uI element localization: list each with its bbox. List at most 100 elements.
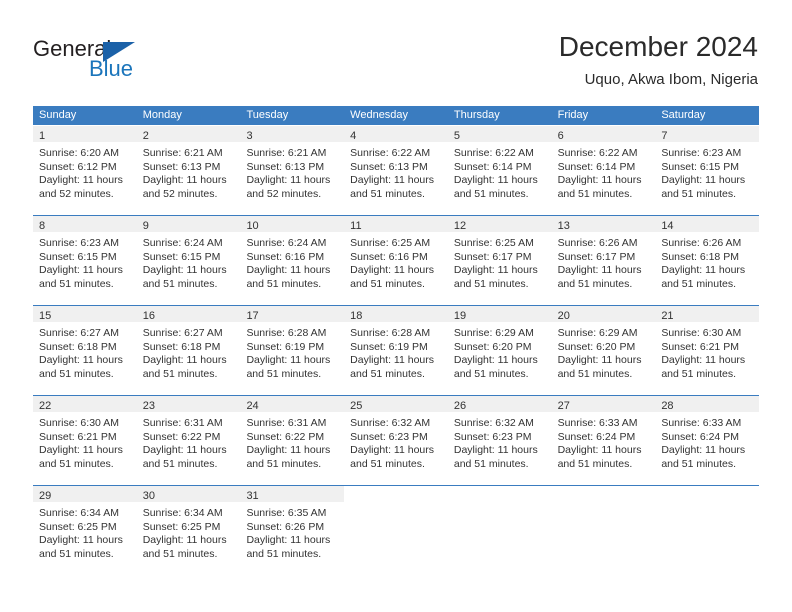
day-cell[interactable]: 1 Sunrise: 6:20 AM Sunset: 6:12 PM Dayli…	[33, 126, 137, 207]
sunrise-text: Sunrise: 6:20 AM	[39, 147, 119, 159]
day-cell[interactable]: 4 Sunrise: 6:22 AM Sunset: 6:13 PM Dayli…	[344, 126, 448, 207]
day-number-band: 23	[136, 396, 241, 412]
weekday-header-friday: Friday	[557, 109, 589, 121]
daylight-text-2: and 51 minutes.	[246, 457, 322, 470]
sunrise-text: Sunrise: 6:32 AM	[350, 417, 431, 429]
daylight-text-2: and 51 minutes.	[350, 367, 425, 380]
sunrise-text: Sunrise: 6:23 AM	[39, 237, 119, 249]
day-number-band: 5	[447, 126, 552, 142]
day-cell[interactable]: 27 Sunrise: 6:33 AM Sunset: 6:24 PM Dayl…	[551, 396, 656, 477]
sunset-text: Sunset: 6:21 PM	[39, 430, 117, 443]
day-number-band: 31	[240, 486, 345, 502]
sunset-text: Sunset: 6:13 PM	[246, 160, 325, 173]
day-cell[interactable]: 17 Sunrise: 6:28 AM Sunset: 6:19 PM Dayl…	[240, 306, 345, 387]
sunrise-text: Sunrise: 6:28 AM	[246, 327, 327, 339]
day-number-band: 25	[344, 396, 448, 412]
day-number-band: 26	[447, 396, 552, 412]
day-cell[interactable]: 26 Sunrise: 6:32 AM Sunset: 6:23 PM Dayl…	[447, 396, 552, 477]
day-number-band: 18	[344, 306, 448, 322]
day-info: Sunrise: 6:21 AM Sunset: 6:13 PM Dayligh…	[136, 142, 241, 202]
day-cell[interactable]: 3 Sunrise: 6:21 AM Sunset: 6:13 PM Dayli…	[240, 126, 345, 207]
day-info: Sunrise: 6:25 AM Sunset: 6:17 PM Dayligh…	[447, 232, 552, 292]
daylight-text-2: and 52 minutes.	[142, 187, 218, 200]
daylight-text-2: and 51 minutes.	[661, 367, 737, 380]
daylight-text-1: Daylight: 11 hours	[350, 444, 435, 457]
day-cell[interactable]: 15 Sunrise: 6:27 AM Sunset: 6:18 PM Dayl…	[33, 306, 137, 387]
day-cell[interactable]: 28 Sunrise: 6:33 AM Sunset: 6:24 PM Dayl…	[655, 396, 760, 477]
day-cell[interactable]: 10 Sunrise: 6:24 AM Sunset: 6:16 PM Dayl…	[240, 216, 345, 297]
day-cell[interactable]: 19 Sunrise: 6:29 AM Sunset: 6:20 PM Dayl…	[447, 306, 552, 387]
day-cell[interactable]: 18 Sunrise: 6:28 AM Sunset: 6:19 PM Dayl…	[344, 306, 448, 387]
weekday-header-row: Sunday Monday Tuesday Wednesday Thursday…	[33, 106, 759, 125]
sunset-text: Sunset: 6:21 PM	[661, 340, 739, 353]
day-number-band: 19	[447, 306, 552, 322]
day-cell[interactable]: 29 Sunrise: 6:34 AM Sunset: 6:25 PM Dayl…	[33, 486, 137, 567]
day-cell[interactable]: 13 Sunrise: 6:26 AM Sunset: 6:17 PM Dayl…	[551, 216, 656, 297]
day-number: 25	[350, 400, 363, 412]
daylight-text-2: and 51 minutes.	[557, 277, 633, 290]
sunset-text: Sunset: 6:20 PM	[453, 340, 532, 353]
sunrise-text: Sunrise: 6:24 AM	[246, 237, 327, 249]
daylight-text-2: and 51 minutes.	[557, 187, 633, 200]
daylight-text-2: and 52 minutes.	[39, 187, 114, 200]
daylight-text-1: Daylight: 11 hours	[39, 354, 123, 367]
daylight-text-2: and 51 minutes.	[142, 457, 218, 470]
day-number-band: 9	[136, 216, 241, 232]
day-cell[interactable]: 14 Sunrise: 6:26 AM Sunset: 6:18 PM Dayl…	[655, 216, 760, 297]
day-cell[interactable]: 20 Sunrise: 6:29 AM Sunset: 6:20 PM Dayl…	[551, 306, 656, 387]
daylight-text-1: Daylight: 11 hours	[350, 264, 435, 277]
day-cell[interactable]: 25 Sunrise: 6:32 AM Sunset: 6:23 PM Dayl…	[344, 396, 448, 477]
sunset-text: Sunset: 6:13 PM	[142, 160, 221, 173]
day-info: Sunrise: 6:34 AM Sunset: 6:25 PM Dayligh…	[33, 502, 137, 562]
sunrise-text: Sunrise: 6:34 AM	[39, 507, 119, 519]
sunset-text: Sunset: 6:17 PM	[557, 250, 636, 263]
day-cell[interactable]: 5 Sunrise: 6:22 AM Sunset: 6:14 PM Dayli…	[447, 126, 552, 207]
day-info: Sunrise: 6:31 AM Sunset: 6:22 PM Dayligh…	[136, 412, 241, 472]
day-info: Sunrise: 6:31 AM Sunset: 6:22 PM Dayligh…	[240, 412, 345, 472]
day-cell[interactable]: 11 Sunrise: 6:25 AM Sunset: 6:16 PM Dayl…	[344, 216, 448, 297]
day-info: Sunrise: 6:30 AM Sunset: 6:21 PM Dayligh…	[33, 412, 137, 472]
title-block: December 2024 Uquo, Akwa Ibom, Nigeria	[559, 30, 758, 89]
day-cell-empty	[344, 486, 448, 567]
sunset-text: Sunset: 6:12 PM	[39, 160, 117, 173]
sunrise-text: Sunrise: 6:33 AM	[661, 417, 742, 429]
sunrise-text: Sunrise: 6:25 AM	[350, 237, 431, 249]
day-cell[interactable]: 22 Sunrise: 6:30 AM Sunset: 6:21 PM Dayl…	[33, 396, 137, 477]
day-info: Sunrise: 6:30 AM Sunset: 6:21 PM Dayligh…	[655, 322, 760, 382]
day-cell[interactable]: 9 Sunrise: 6:24 AM Sunset: 6:15 PM Dayli…	[136, 216, 241, 297]
day-number-band	[344, 486, 448, 502]
day-cell[interactable]: 7 Sunrise: 6:23 AM Sunset: 6:15 PM Dayli…	[655, 126, 760, 207]
daylight-text-2: and 51 minutes.	[453, 457, 529, 470]
daylight-text-1: Daylight: 11 hours	[39, 174, 123, 187]
daylight-text-2: and 51 minutes.	[453, 187, 529, 200]
daylight-text-2: and 51 minutes.	[453, 367, 529, 380]
page-subtitle-location: Uquo, Akwa Ibom, Nigeria	[584, 71, 758, 88]
day-cell[interactable]: 8 Sunrise: 6:23 AM Sunset: 6:15 PM Dayli…	[33, 216, 137, 297]
sunrise-text: Sunrise: 6:31 AM	[246, 417, 327, 429]
sunset-text: Sunset: 6:22 PM	[246, 430, 325, 443]
day-info: Sunrise: 6:22 AM Sunset: 6:14 PM Dayligh…	[447, 142, 552, 202]
day-cell[interactable]: 16 Sunrise: 6:27 AM Sunset: 6:18 PM Dayl…	[136, 306, 241, 387]
day-cell[interactable]: 31 Sunrise: 6:35 AM Sunset: 6:26 PM Dayl…	[240, 486, 345, 567]
general-blue-logo: General Blue	[33, 36, 193, 84]
sunrise-text: Sunrise: 6:29 AM	[453, 327, 534, 339]
day-cell[interactable]: 24 Sunrise: 6:31 AM Sunset: 6:22 PM Dayl…	[240, 396, 345, 477]
day-cell[interactable]: 6 Sunrise: 6:22 AM Sunset: 6:14 PM Dayli…	[551, 126, 656, 207]
day-number-band: 6	[551, 126, 656, 142]
day-cell[interactable]: 12 Sunrise: 6:25 AM Sunset: 6:17 PM Dayl…	[447, 216, 552, 297]
day-number-band: 3	[240, 126, 345, 142]
day-number: 7	[661, 130, 668, 142]
day-info: Sunrise: 6:29 AM Sunset: 6:20 PM Dayligh…	[551, 322, 656, 382]
daylight-text-1: Daylight: 11 hours	[246, 444, 331, 457]
day-number-band: 15	[33, 306, 137, 322]
day-number: 6	[557, 130, 564, 142]
day-info: Sunrise: 6:29 AM Sunset: 6:20 PM Dayligh…	[447, 322, 552, 382]
day-cell[interactable]: 21 Sunrise: 6:30 AM Sunset: 6:21 PM Dayl…	[655, 306, 760, 387]
calendar-grid: Sunday Monday Tuesday Wednesday Thursday…	[33, 106, 760, 567]
day-cell[interactable]: 23 Sunrise: 6:31 AM Sunset: 6:22 PM Dayl…	[136, 396, 241, 477]
day-number-band: 7	[655, 126, 760, 142]
day-cell[interactable]: 2 Sunrise: 6:21 AM Sunset: 6:13 PM Dayli…	[136, 126, 241, 207]
day-cell[interactable]: 30 Sunrise: 6:34 AM Sunset: 6:25 PM Dayl…	[136, 486, 241, 567]
sunrise-text: Sunrise: 6:27 AM	[39, 327, 119, 339]
daylight-text-1: Daylight: 11 hours	[142, 444, 227, 457]
